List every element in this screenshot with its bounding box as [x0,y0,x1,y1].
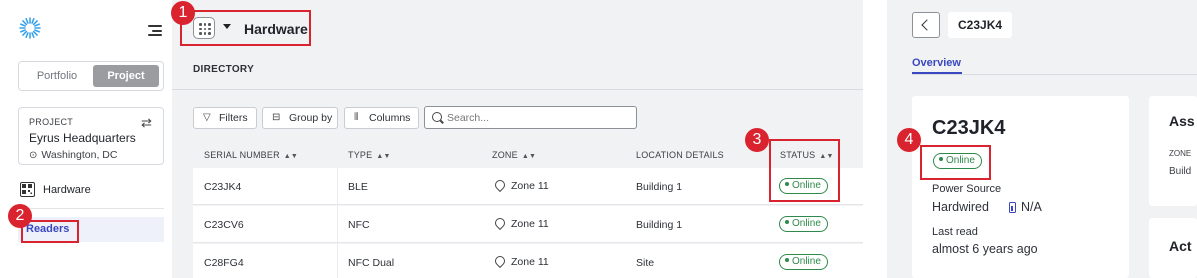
cell-zone-text: Zone 11 [511,256,549,268]
header-label: SERIAL NUMBER [204,150,280,160]
cell-zone: Zone 11 [492,215,549,231]
last-read-label: Last read [932,226,978,238]
cell-location: Building 1 [636,181,683,193]
zone-value: Build [1169,166,1192,177]
cell-type: NFC Dual [348,257,395,269]
step-marker-4: 4 [897,128,921,152]
search-input[interactable] [447,110,632,125]
project-card[interactable]: PROJECT ⇄ Eyrus Headquarters ⊙ Washington… [18,107,164,165]
highlight-box-2 [21,220,79,243]
battery-icon [1009,202,1016,213]
table-row[interactable]: C23CV6 NFC Zone 11 Building 1 Online [193,206,863,243]
cell-zone-text: Zone 11 [511,218,549,230]
header-label: TYPE [348,150,373,160]
sort-icon[interactable]: ▲▼ [376,153,390,160]
table-row[interactable]: C23JK4 BLE Zone 11 Building 1 Online [193,168,863,205]
tab-overview[interactable]: Overview [912,57,961,69]
cell-zone: Zone 11 [492,177,549,193]
highlight-box-1 [180,10,311,46]
device-detail-panel: C23JK4 Overview C23JK4 Online Power Sour… [887,0,1197,278]
status-badge: Online [779,216,828,232]
battery-value: N/A [1021,200,1042,214]
group-by-button[interactable]: ⊟ Group by [262,107,338,129]
hardware-qr-icon [20,182,35,197]
location-pin-icon: ⊙ [29,150,38,161]
activity-card: Act [1149,218,1197,278]
tab-divider [912,74,1197,75]
header-divider [172,89,863,90]
location-pin-icon [492,177,508,193]
header-label: LOCATION DETAILS [636,150,724,160]
power-source-label: Power Source [932,183,1002,195]
cell-zone: Zone 11 [492,253,549,269]
sidebar-item-hardware[interactable]: Hardware [43,184,91,196]
cell-location: Site [636,257,655,269]
status-badge-text: Online [792,256,821,267]
back-button[interactable] [912,12,940,38]
table-row[interactable]: C28FG4 NFC Dual Zone 11 Site Online [193,244,863,278]
hamburger-menu-icon[interactable] [148,25,162,36]
filter-icon: ▽ [203,112,211,123]
cell-serial: C23CV6 [204,219,244,231]
status-dot-icon [785,220,789,224]
chevron-left-icon [921,19,933,31]
power-source-value: Hardwired [932,200,989,214]
location-pin-icon [492,253,508,269]
assignment-card-title: Ass [1169,113,1195,129]
column-divider [337,168,338,205]
columns-label: Columns [369,112,411,124]
column-header-serial[interactable]: SERIAL NUMBER ▲▼ [204,150,298,160]
column-divider [337,206,338,243]
cell-serial: C28FG4 [204,257,244,269]
column-header-zone[interactable]: ZONE ▲▼ [492,150,536,160]
project-location-text: Washington, DC [41,149,118,161]
toggle-project[interactable]: Project [93,65,159,87]
status-dot-icon [785,258,789,262]
project-label: PROJECT [29,117,74,127]
device-header-title: C23JK4 [948,12,1013,38]
device-overview-card: C23JK4 Online Power Source Hardwired N/A… [912,96,1129,278]
columns-button[interactable]: ⦀ Columns [344,107,419,129]
cell-type: BLE [348,181,368,193]
directory-label: DIRECTORY [193,64,255,75]
cell-location: Building 1 [636,219,683,231]
search-box[interactable] [424,106,637,129]
project-location: ⊙ Washington, DC [29,149,117,161]
eyrus-logo-icon [19,17,41,39]
column-header-type[interactable]: TYPE ▲▼ [348,150,391,160]
sidebar-divider [18,208,164,209]
assignment-card: Ass ZONE Build [1149,96,1197,206]
group-by-label: Group by [289,112,333,124]
column-divider [337,244,338,278]
project-name: Eyrus Headquarters [29,131,136,145]
search-icon [432,112,442,122]
cell-serial: C23JK4 [204,181,242,193]
step-marker-2: 2 [8,204,32,228]
location-pin-icon [492,215,508,231]
cell-type: NFC [348,219,370,231]
column-header-location: LOCATION DETAILS [636,150,724,160]
group-icon: ⊟ [272,112,281,123]
last-read-value: almost 6 years ago [932,242,1038,256]
step-marker-3: 3 [745,128,769,152]
sort-icon[interactable]: ▲▼ [522,153,536,160]
toggle-portfolio[interactable]: Portfolio [22,65,92,87]
device-title: C23JK4 [932,117,1006,139]
filters-button[interactable]: ▽ Filters [193,107,257,129]
step-marker-1: 1 [171,1,195,25]
swap-project-icon[interactable]: ⇄ [141,115,152,131]
header-label: ZONE [492,150,518,160]
zone-label: ZONE [1169,149,1192,158]
status-badge-text: Online [792,218,821,229]
highlight-box-4 [920,145,991,180]
activity-card-title: Act [1169,238,1192,254]
cell-zone-text: Zone 11 [511,180,549,192]
filters-label: Filters [219,112,248,124]
highlight-box-3 [769,139,840,202]
columns-icon: ⦀ [354,112,359,123]
sort-icon[interactable]: ▲▼ [284,153,298,160]
status-badge: Online [779,254,828,270]
portfolio-project-toggle: Portfolio Project [18,61,164,91]
